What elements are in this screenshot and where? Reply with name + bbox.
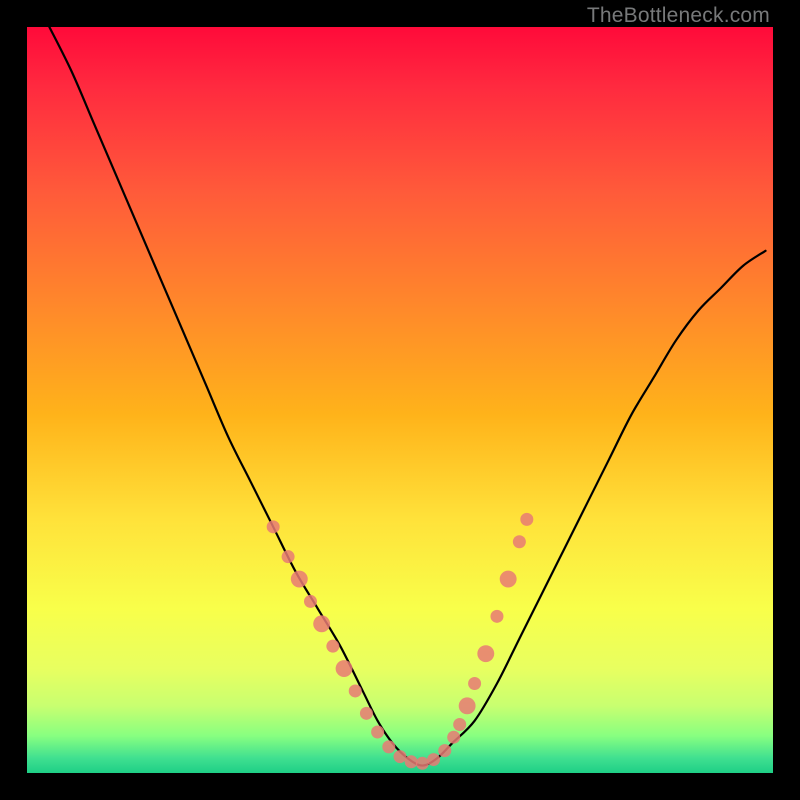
marker-dot: [520, 513, 533, 526]
marker-dot: [416, 757, 429, 770]
marker-dot: [490, 610, 503, 623]
marker-dot: [313, 615, 330, 632]
marker-dot: [326, 640, 339, 653]
marker-dot: [382, 740, 395, 753]
marker-dot: [453, 718, 466, 731]
marker-dot: [336, 660, 353, 677]
curve-svg: [27, 27, 773, 773]
highlighted-points: [267, 513, 534, 770]
chart-frame: TheBottleneck.com: [0, 0, 800, 800]
marker-dot: [513, 535, 526, 548]
marker-dot: [360, 707, 373, 720]
marker-dot: [427, 753, 440, 766]
marker-dot: [304, 595, 317, 608]
marker-dot: [405, 755, 418, 768]
marker-dot: [447, 731, 460, 744]
marker-dot: [438, 744, 451, 757]
plot-area: [27, 27, 773, 773]
bottleneck-curve: [49, 27, 765, 766]
marker-dot: [291, 571, 308, 588]
marker-dot: [371, 725, 384, 738]
marker-dot: [394, 750, 407, 763]
marker-dot: [349, 684, 362, 697]
marker-dot: [468, 677, 481, 690]
marker-dot: [282, 550, 295, 563]
marker-dot: [500, 571, 517, 588]
marker-dot: [267, 520, 280, 533]
marker-dot: [459, 697, 476, 714]
marker-dot: [477, 645, 494, 662]
watermark-text: TheBottleneck.com: [587, 4, 770, 28]
